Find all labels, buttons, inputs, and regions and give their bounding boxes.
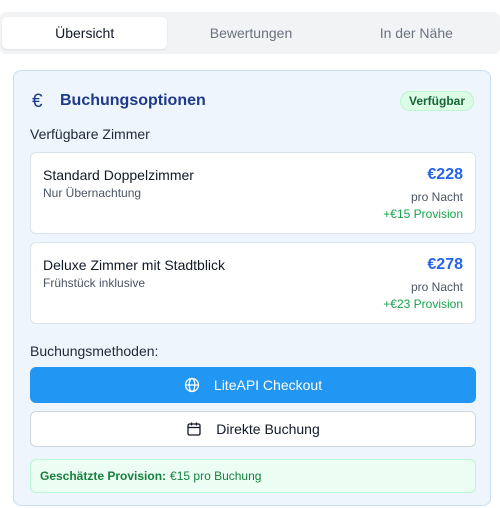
direct-booking-button[interactable]: Direkte Buchung: [30, 411, 476, 447]
globe-icon: [184, 377, 200, 393]
tab-bar: Übersicht Bewertungen In der Nähe: [0, 12, 500, 54]
room-price-unit: pro Nacht: [410, 280, 463, 294]
room-option-deluxe[interactable]: Deluxe Zimmer mit Stadtblick Frühstück i…: [30, 242, 476, 324]
provision-value: €15 pro Buchung: [170, 469, 262, 483]
room-price: €278: [427, 256, 463, 273]
card-header: € Buchungsoptionen Verfügbar: [32, 89, 474, 113]
tab-reviews[interactable]: Bewertungen: [167, 17, 334, 49]
calendar-icon: [186, 421, 202, 437]
button-label: LiteAPI Checkout: [213, 377, 323, 393]
room-description: Nur Übernachtung: [43, 186, 142, 200]
estimated-provision-box: Geschätzte Provision: €15 pro Buchung: [30, 459, 476, 493]
card-title: Buchungsoptionen: [60, 92, 206, 109]
room-option-standard[interactable]: Standard Doppelzimmer Nur Übernachtung €…: [30, 152, 476, 234]
status-badge: Verfügbar: [399, 91, 474, 111]
booking-options-card: € Buchungsoptionen Verfügbar Verfügbare …: [13, 70, 491, 506]
tab-nearby[interactable]: In der Nähe: [335, 17, 498, 49]
euro-icon: €: [32, 90, 43, 112]
room-commission: +€23 Provision: [383, 297, 463, 311]
booking-methods-label: Buchungsmethoden:: [30, 343, 159, 359]
room-name: Standard Doppelzimmer: [43, 167, 194, 183]
rooms-label: Verfügbare Zimmer: [30, 126, 150, 142]
room-price-unit: pro Nacht: [410, 190, 463, 204]
provision-label: Geschätzte Provision:: [40, 469, 167, 483]
liteapi-checkout-button[interactable]: LiteAPI Checkout: [30, 367, 476, 403]
room-description: Frühstück inklusive: [43, 276, 146, 290]
room-commission: +€15 Provision: [383, 207, 463, 221]
room-price: €228: [427, 166, 463, 183]
tab-overview[interactable]: Übersicht: [2, 17, 168, 49]
room-name: Deluxe Zimmer mit Stadtblick: [43, 257, 226, 273]
button-label: Direkte Buchung: [216, 421, 320, 437]
